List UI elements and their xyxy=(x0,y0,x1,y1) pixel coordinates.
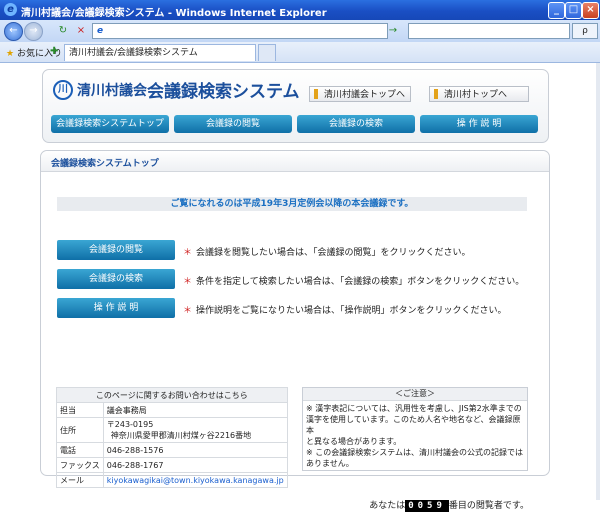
caution-line: ※ この会議録検索システムは、清川村議会の公式の記録では xyxy=(306,448,524,457)
caution-box: ＜ご注意＞ ※ 漢字表記については、汎用性を考慮し、JIS第2水準までの 漢字を… xyxy=(302,387,528,471)
table-row: 住所 〒243-0195 神奈川県愛甲郡清川村煤ヶ谷2216番地 xyxy=(56,417,288,443)
search-records-button[interactable]: 会議録の検索 xyxy=(57,269,175,289)
contact-value: 046-288-1767 xyxy=(102,457,288,473)
page-viewport: 川 清川村議会 会議録検索システム 清川村議会トップへ 清川村トップへ 会議録検… xyxy=(0,63,600,512)
counter-suffix: 番目の閲覧者です。 xyxy=(448,501,529,511)
tab-label: 清川村議会/会議録検索システム xyxy=(69,48,198,58)
contact-label: 住所 xyxy=(56,417,104,443)
assembly-top-label: 清川村議会トップへ xyxy=(324,90,406,100)
go-button[interactable]: → xyxy=(386,24,400,37)
counter-prefix: あなたは xyxy=(369,501,406,511)
bullet-mark: ＊ xyxy=(183,306,193,316)
favorites-bar: ★ お気に入り ✚ 清川村議会/会議録検索システム xyxy=(0,42,600,63)
address-bar[interactable]: e xyxy=(92,23,388,39)
contact-label: 電話 xyxy=(56,442,104,458)
browse-desc-text: 会議録を閲覧したい場合は、「会議録の閲覧」をクリックください。 xyxy=(196,248,471,258)
refresh-icon[interactable]: ↻ xyxy=(56,24,70,37)
new-tab-button[interactable] xyxy=(258,44,276,61)
menu-help[interactable]: 操 作 説 明 xyxy=(420,115,538,133)
caution-line: 漢字を使用しています。このため人名や地名など、会議録原本 xyxy=(306,415,521,435)
contact-label: 担当 xyxy=(56,402,104,418)
table-row: 電話 046-288-1576 xyxy=(56,442,288,458)
visitor-counter: あなたは 0059 番目の閲覧者です。 xyxy=(369,498,529,512)
table-row: ファックス 046-288-1767 xyxy=(56,457,288,473)
logo-org: 清川村議会 xyxy=(77,83,147,99)
forward-button[interactable]: → xyxy=(24,22,43,41)
counter-digits: 0059 xyxy=(405,500,449,512)
stop-icon[interactable]: × xyxy=(74,24,88,37)
contact-value: 〒243-0195 神奈川県愛甲郡清川村煤ヶ谷2216番地 xyxy=(102,417,288,443)
menu-browse[interactable]: 会議録の閲覧 xyxy=(174,115,292,133)
bullet-mark: ＊ xyxy=(183,277,193,287)
contact-title: このページに関するお問い合わせはこちら xyxy=(56,387,288,403)
search-input[interactable] xyxy=(408,23,570,39)
table-row: メール kiyokawagikai@town.kiyokawa.kanagawa… xyxy=(56,472,288,488)
window-titlebar: e 清川村議会/会議録検索システム - Windows Internet Exp… xyxy=(0,0,600,20)
contact-value: 046-288-1576 xyxy=(102,442,288,458)
search-button[interactable]: ρ xyxy=(572,23,598,39)
caution-body: ※ 漢字表記については、汎用性を考慮し、JIS第2水準までの 漢字を使用していま… xyxy=(303,401,527,471)
ie-logo-icon: e xyxy=(4,3,17,16)
site-header: 川 清川村議会 会議録検索システム 清川村議会トップへ 清川村トップへ 会議録検… xyxy=(42,69,549,143)
browse-button[interactable]: 会議録の閲覧 xyxy=(57,240,175,260)
contact-label: ファックス xyxy=(56,457,104,473)
contact-value: 議会事務局 xyxy=(102,402,288,418)
caution-line: と異なる場合があります。 xyxy=(306,437,402,446)
village-emblem-icon: 川 xyxy=(53,80,73,100)
address-text: 神奈川県愛甲郡清川村煤ヶ谷2216番地 xyxy=(110,431,252,440)
help-desc-text: 操作説明をご覧になりたい場合は、「操作説明」ボタンをクリックください。 xyxy=(196,306,507,316)
logo-system: 会議録検索システム xyxy=(147,82,300,102)
main-panel: 会議録検索システムトップ ご覧になれるのは平成19年3月定例会以降の本会議録です… xyxy=(40,150,550,512)
star-icon: ★ xyxy=(6,49,15,59)
village-top-link[interactable]: 清川村トップへ xyxy=(429,86,529,102)
back-button[interactable]: ← xyxy=(4,22,23,41)
assembly-top-link[interactable]: 清川村議会トップへ xyxy=(309,86,411,102)
search-desc-text: 条件を指定して検索したい場合は、「会議録の検索」ボタンをクリックください。 xyxy=(196,277,525,287)
menu-search[interactable]: 会議録の検索 xyxy=(297,115,415,133)
page-title: 会議録検索システムトップ xyxy=(51,159,159,169)
caution-line: ありません。 xyxy=(306,459,354,468)
minimize-button[interactable]: _ xyxy=(548,2,565,19)
bullet-mark: ＊ xyxy=(183,248,193,258)
postal-code: 〒243-0195 xyxy=(106,420,154,429)
browser-tab[interactable]: 清川村議会/会議録検索システム xyxy=(64,44,256,61)
menu-system-top[interactable]: 会議録検索システムトップ xyxy=(51,115,169,133)
navigation-toolbar: ← → ↻ × e → ρ xyxy=(0,20,600,43)
main-heading: 会議録検索システムトップ xyxy=(41,151,549,172)
table-row: 担当 議会事務局 xyxy=(56,402,288,418)
close-button[interactable]: × xyxy=(582,2,599,19)
link-bar-icon xyxy=(314,89,318,99)
email-link[interactable]: kiyokawagikai@town.kiyokawa.kanagawa.jp xyxy=(102,472,288,488)
add-favorite-icon[interactable]: ✚ xyxy=(50,46,58,57)
contact-label: メール xyxy=(56,472,104,488)
address-value: e xyxy=(97,26,104,36)
window-title: 清川村議会/会議録検索システム - Windows Internet Explo… xyxy=(21,8,327,19)
browse-description: ＊会議録を閲覧したい場合は、「会議録の閲覧」をクリックください。 xyxy=(183,245,471,258)
link-bar-icon xyxy=(434,89,438,99)
help-description: ＊操作説明をご覧になりたい場合は、「操作説明」ボタンをクリックください。 xyxy=(183,303,507,316)
search-description: ＊条件を指定して検索したい場合は、「会議録の検索」ボタンをクリックください。 xyxy=(183,274,524,287)
help-button[interactable]: 操 作 説 明 xyxy=(57,298,175,318)
window-right-edge xyxy=(596,63,600,500)
caution-line: ※ 漢字表記については、汎用性を考慮し、JIS第2水準までの xyxy=(306,404,522,413)
caution-title: ＜ご注意＞ xyxy=(303,388,527,401)
contact-table: このページに関するお問い合わせはこちら 担当 議会事務局 住所 〒243-019… xyxy=(56,387,288,488)
maximize-button[interactable]: □ xyxy=(565,2,582,19)
village-top-label: 清川村トップへ xyxy=(444,90,508,100)
notice-bar: ご覧になれるのは平成19年3月定例会以降の本会議録です。 xyxy=(57,197,527,211)
